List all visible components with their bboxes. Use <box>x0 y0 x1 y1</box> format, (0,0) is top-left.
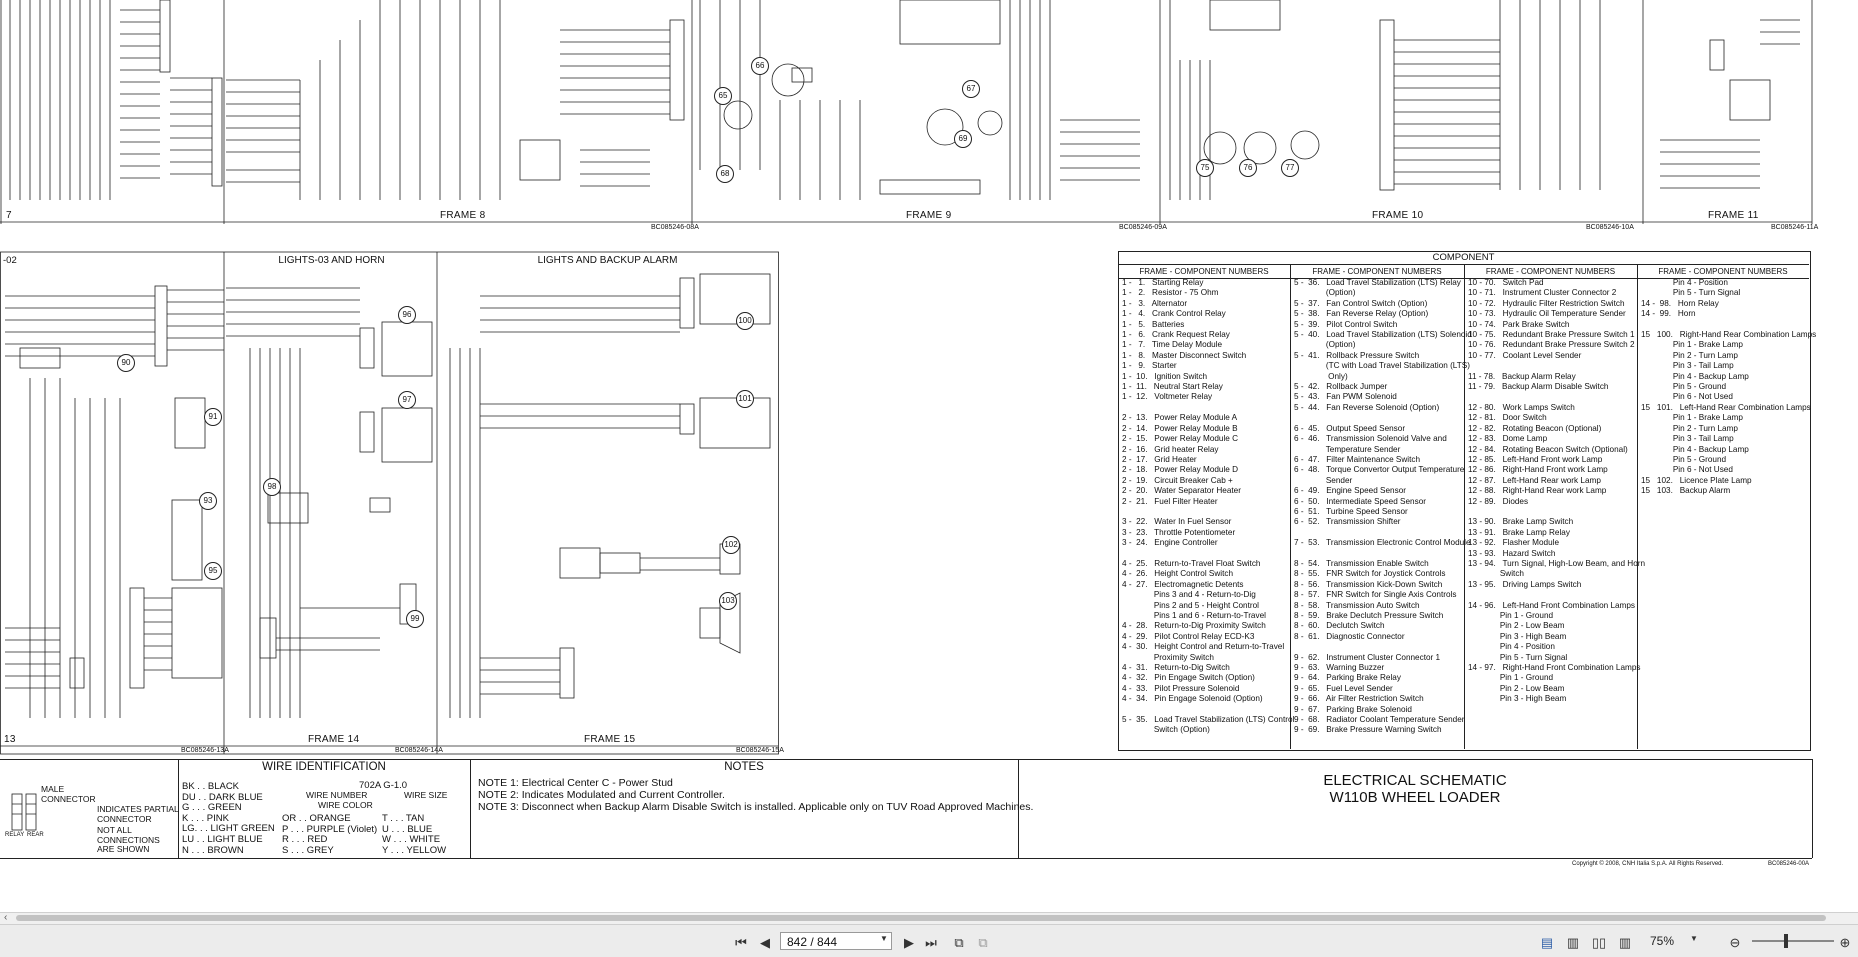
legend-relay: RELAY <box>5 832 25 838</box>
component-marker: 101 <box>736 390 754 408</box>
zoom-dropdown-icon[interactable]: ▼ <box>1690 934 1698 943</box>
frame-label: FRAME 11 <box>1708 210 1759 221</box>
frame-label: FRAME 8 <box>440 210 486 221</box>
two-page-view-icon[interactable]: ▯▯ <box>1590 934 1608 952</box>
panel-title: LIGHTS-03 AND HORN <box>278 255 385 266</box>
wire-id-title: WIRE IDENTIFICATION <box>262 761 386 773</box>
component-marker: 90 <box>117 354 135 372</box>
wire-codes: T . . . TAN U . . . BLUE W . . . WHITE Y… <box>382 813 447 856</box>
component-list: 5 - 36. Load Travel Stabilization (LTS) … <box>1294 278 1472 735</box>
panel-title: LIGHTS AND BACKUP ALARM <box>537 255 678 266</box>
zoom-in-icon[interactable]: ⊕ <box>1836 934 1854 952</box>
component-marker: 76 <box>1239 159 1257 177</box>
wire-number-label: WIRE NUMBER <box>306 790 368 800</box>
wire-codes: OR . . ORANGE P . . . PURPLE (Violet) R … <box>282 813 378 856</box>
component-marker: 75 <box>1196 159 1214 177</box>
scroll-left-icon[interactable]: ‹ <box>4 912 7 923</box>
legend-rear: REAR <box>27 832 44 838</box>
single-page-view-icon[interactable]: ▤ <box>1538 934 1556 952</box>
frame-code: BC085246-15A <box>736 747 784 754</box>
component-marker: 66 <box>751 57 769 75</box>
column-header: FRAME - COMPONENT NUMBERS <box>1312 267 1442 276</box>
component-list: Pin 4 - Position Pin 5 - Turn Signal 14 … <box>1641 278 1817 496</box>
component-table-title: COMPONENT <box>1432 252 1495 263</box>
next-page-icon[interactable]: ▶ <box>900 934 918 952</box>
column-header: FRAME - COMPONENT NUMBERS <box>1139 267 1269 276</box>
frame-code: BC085246-11A <box>1771 224 1819 231</box>
frame-label: FRAME 14 <box>308 734 360 745</box>
component-marker: 67 <box>962 80 980 98</box>
paste-page-icon[interactable]: ⧉ <box>974 934 992 952</box>
zoom-slider[interactable] <box>1752 940 1834 942</box>
wire-color-label: WIRE COLOR <box>318 800 373 810</box>
frame-code: BC085246-14A <box>395 747 443 754</box>
last-page-icon[interactable]: ⏭ <box>922 934 940 952</box>
two-page-continuous-icon[interactable]: ▥ <box>1616 934 1634 952</box>
component-marker: 69 <box>954 130 972 148</box>
zoom-slider-knob[interactable] <box>1784 934 1788 948</box>
schematic-mid-wiring <box>0 251 779 755</box>
copy-page-icon[interactable]: ⧉ <box>950 934 968 952</box>
continuous-view-icon[interactable]: ▥ <box>1564 934 1582 952</box>
frame-code: BC085246-08A <box>651 224 699 231</box>
doc-code: BC085246-00A <box>1768 861 1810 867</box>
frame-label: FRAME 9 <box>906 210 952 221</box>
notes-title: NOTES <box>724 761 764 773</box>
component-marker: 98 <box>263 478 281 496</box>
frame-label: 13 <box>4 734 16 745</box>
column-header: FRAME - COMPONENT NUMBERS <box>1658 267 1788 276</box>
component-marker: 65 <box>714 87 732 105</box>
component-list: 1 - 1. Starting Relay 1 - 2. Resistor - … <box>1122 278 1295 735</box>
first-page-icon[interactable]: ⏮ <box>732 934 750 952</box>
frame-code: BC085246-10A <box>1586 224 1634 231</box>
legend-partial-connector: INDICATES PARTIAL CONNECTOR <box>97 804 179 824</box>
page-dropdown-icon[interactable]: ▼ <box>880 934 888 943</box>
schematic-subtitle: W110B WHEEL LOADER <box>1329 789 1501 806</box>
copyright: Copyright © 2008, CNH Italia S.p.A. All … <box>1572 861 1724 867</box>
legend-not-all: NOT ALL CONNECTIONS ARE SHOWN <box>97 825 160 854</box>
component-list: 10 - 70. Switch Pad 10 - 71. Instrument … <box>1468 278 1646 704</box>
page-number-input[interactable]: 842 / 844 <box>780 932 892 950</box>
component-marker: 96 <box>398 306 416 324</box>
component-marker: 91 <box>204 408 222 426</box>
column-header: FRAME - COMPONENT NUMBERS <box>1485 267 1616 276</box>
component-marker: 103 <box>719 592 737 610</box>
wire-codes: BK . . BLACK DU . . DARK BLUE G . . . GR… <box>182 781 275 856</box>
component-marker: 100 <box>736 312 754 330</box>
component-marker: 93 <box>199 492 217 510</box>
prev-page-icon[interactable]: ◀ <box>756 934 774 952</box>
component-marker: 102 <box>722 536 740 554</box>
component-marker: 97 <box>398 391 416 409</box>
legend-male-connector: MALE CONNECTOR <box>41 784 96 804</box>
note-line: NOTE 3: Disconnect when Backup Alarm Dis… <box>478 801 1034 813</box>
schematic-title: ELECTRICAL SCHEMATIC <box>1323 772 1507 789</box>
frame-label: FRAME 10 <box>1372 210 1424 221</box>
panel-label: -02 <box>3 255 17 266</box>
scrollbar-thumb[interactable] <box>16 915 1826 921</box>
document-canvas: 7 FRAME 8 FRAME 9 FRAME 10 FRAME 11 BC08… <box>0 0 1858 912</box>
component-marker: 68 <box>716 165 734 183</box>
component-marker: 99 <box>406 610 424 628</box>
frame-code: BC085246-13A <box>181 747 229 754</box>
frame-label: FRAME 15 <box>584 734 636 745</box>
wire-size-label: WIRE SIZE <box>404 790 448 800</box>
frame-code: BC085246-09A <box>1119 224 1167 231</box>
zoom-out-icon[interactable]: ⊖ <box>1726 934 1744 952</box>
component-marker: 95 <box>204 562 222 580</box>
component-marker: 77 <box>1281 159 1299 177</box>
frame-label: 7 <box>6 210 12 221</box>
zoom-level[interactable]: 75% <box>1650 932 1726 950</box>
schematic-top-wiring <box>0 0 1813 224</box>
